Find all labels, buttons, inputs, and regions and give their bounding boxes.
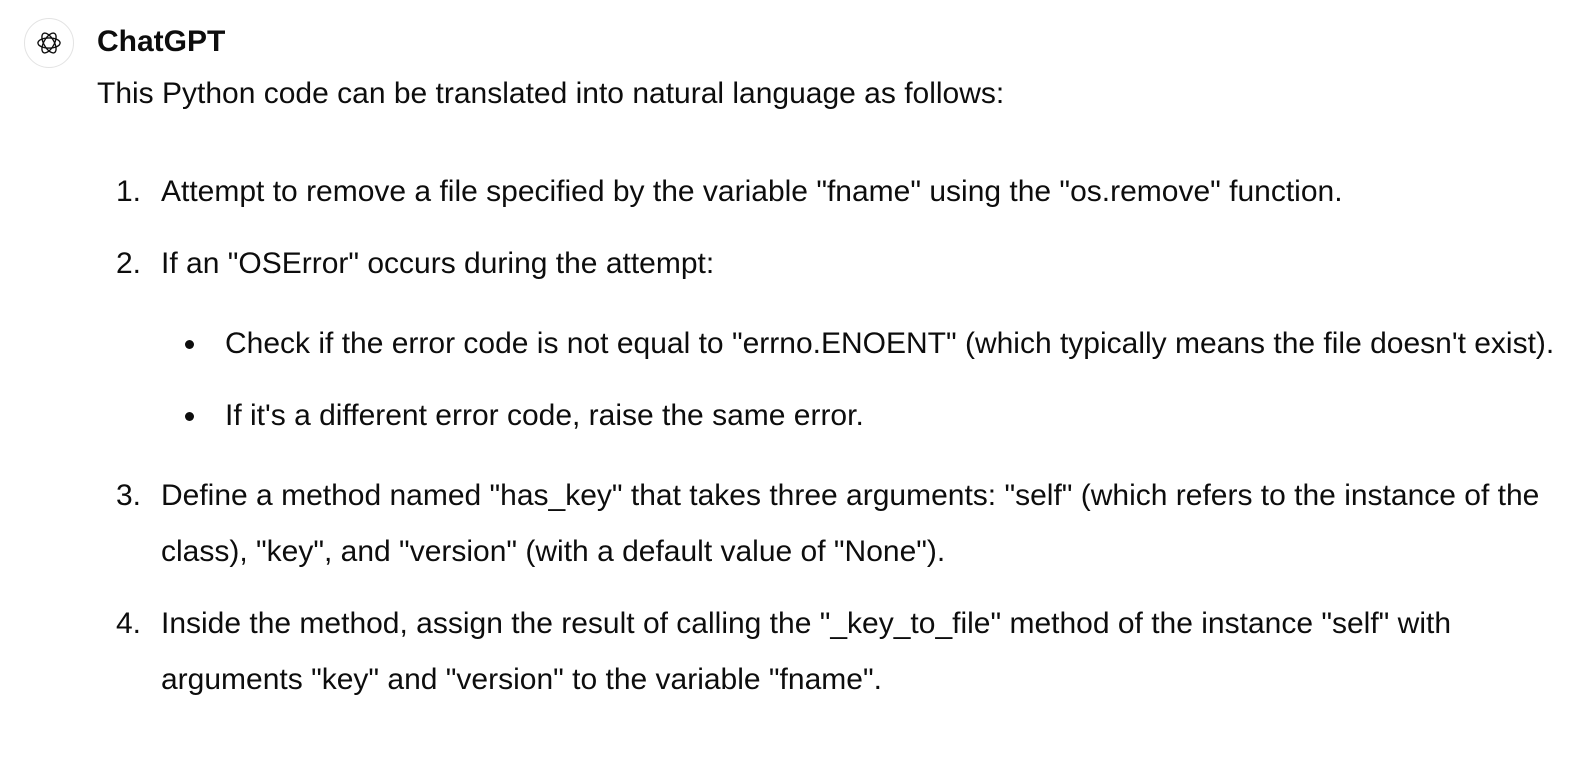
step-text: If an "OSError" occurs during the attemp… [161, 247, 715, 280]
sub-list: Check if the error code is not equal to … [161, 316, 1567, 444]
bullet-icon [185, 412, 194, 421]
chatgpt-avatar [24, 18, 74, 68]
step-text: Attempt to remove a file specified by th… [161, 175, 1343, 208]
step-text: Inside the method, assign the result of … [161, 607, 1451, 696]
bullet-icon [185, 340, 194, 349]
message-author: ChatGPT [97, 25, 226, 58]
step-number: 1. [116, 175, 142, 208]
list-item-step-1: 1. Attempt to remove a file specified by… [97, 164, 1567, 220]
step-number: 4. [116, 607, 142, 640]
sub-item-text: If it's a different error code, raise th… [225, 399, 864, 432]
list-item-step-3: 3. Define a method named "has_key" that … [97, 468, 1567, 580]
openai-logo-icon [37, 32, 61, 54]
sub-item-text: Check if the error code is not equal to … [225, 327, 1555, 360]
steps-list: 1. Attempt to remove a file specified by… [97, 164, 1567, 708]
message-intro: This Python code can be translated into … [97, 77, 1005, 110]
sub-list-item: Check if the error code is not equal to … [161, 316, 1567, 372]
step-text: Define a method named "has_key" that tak… [161, 479, 1540, 568]
step-number: 3. [116, 479, 142, 512]
list-item-step-2: 2. If an "OSError" occurs during the att… [97, 236, 1567, 444]
sub-list-item: If it's a different error code, raise th… [161, 388, 1567, 444]
assistant-message: ChatGPT This Python code can be translat… [97, 20, 1567, 708]
list-item-step-4: 4. Inside the method, assign the result … [97, 596, 1567, 708]
step-number: 2. [116, 247, 142, 280]
